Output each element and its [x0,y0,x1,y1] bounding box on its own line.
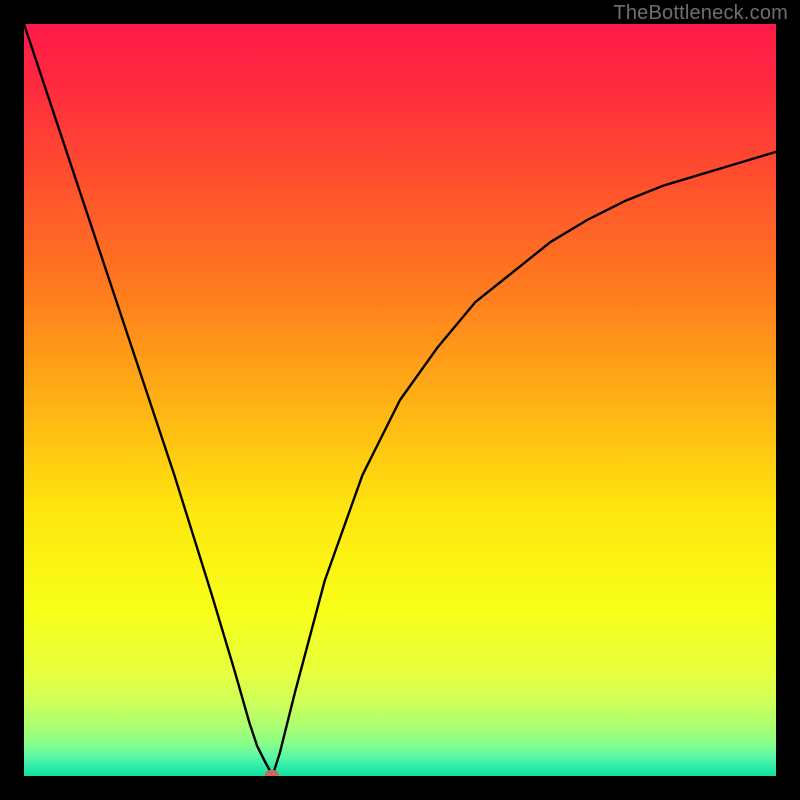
bottleneck-curve [24,24,776,776]
chart-frame: TheBottleneck.com [0,0,800,800]
watermark-label: TheBottleneck.com [613,2,788,25]
plot-area [24,24,776,776]
optimal-marker [265,770,279,776]
